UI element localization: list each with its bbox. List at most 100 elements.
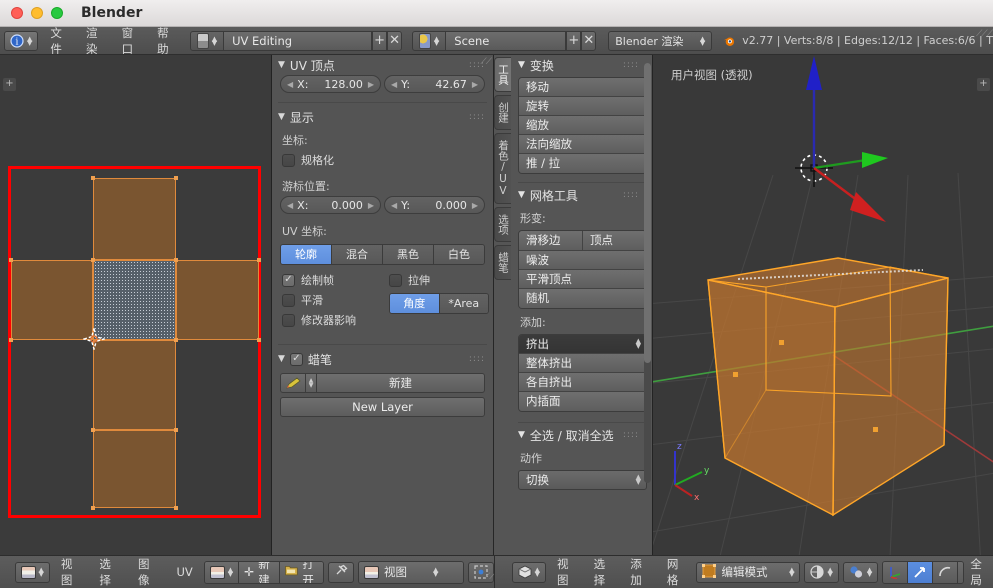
normalized-row[interactable]: 规格化 [272,150,493,170]
vp-menu-select[interactable]: 选择 [585,556,622,588]
screen-layout-name[interactable]: UV Editing [224,31,372,51]
smooth-row[interactable]: 平滑 [272,290,387,310]
tool-edge-slide[interactable]: 滑移边 [519,231,583,250]
uv-vertex[interactable] [257,258,261,262]
window-resize-grip[interactable]: ⟋⟋⟋ [976,29,992,39]
stretch-type-segmented[interactable]: 角度 *Area [389,293,489,314]
uv-draw-mode-segmented[interactable]: 轮廓 混合 黑色 白色 [280,244,485,265]
uv-vertex[interactable] [174,506,178,510]
grease-pencil-checkbox[interactable]: ✓ [290,353,303,366]
tool-extrude-dropdown[interactable]: 挤出 ▲▼ [519,335,646,354]
menu-render[interactable]: 渲染 [77,27,113,55]
uv-face-top[interactable] [93,178,176,260]
uv-vertex[interactable] [91,176,95,180]
delete-screen-layout-button[interactable]: ✕ [387,31,402,51]
header-resize-grip[interactable]: ⟋⟋ [484,572,493,587]
transform-orientation-label[interactable]: 全局 [966,556,993,588]
interaction-mode-dropdown[interactable]: 编辑模式 ▲▼ [696,562,800,583]
add-scene-button[interactable]: + [566,31,581,51]
open-image-button[interactable]: 打开 [280,562,323,583]
tool-noise[interactable]: 噪波 [519,251,646,270]
show-properties-plus-icon[interactable]: + [977,78,990,91]
tab-options[interactable]: 选项 [494,207,511,242]
decrement-arrow-icon[interactable]: ◀ [287,201,293,210]
viewport-shading-button[interactable]: ▲▼ [804,562,838,583]
editor-type-3dview-button[interactable]: ▲▼ [512,562,546,583]
panel-mesh-tools-header[interactable]: ▼ 网格工具 :::: [513,185,653,205]
uv-mode-white[interactable]: 白色 [434,245,484,264]
uv-image-editor[interactable]: + [0,55,272,555]
tab-tools[interactable]: 工具 [494,57,511,92]
new-layer-button[interactable]: New Layer [280,397,485,417]
tab-shading-uv[interactable]: 着色/UV [494,133,511,204]
decrement-arrow-icon[interactable]: ◀ [391,80,397,89]
increment-arrow-icon[interactable]: ▶ [368,201,374,210]
zoom-window-button[interactable] [51,7,63,19]
uv-face-bottom2[interactable] [93,430,176,508]
scene-name[interactable]: Scene [446,31,566,51]
tool-randomize[interactable]: 随机 [519,289,646,308]
tool-shelf[interactable]: 工具 创建 着色/UV 选项 蜡笔 ▼ 变换 :::: 移动 旋转 缩放 法向缩… [494,55,653,555]
editor-type-info-button[interactable]: i ▲▼ [4,31,38,51]
modified-checkbox[interactable] [282,314,295,327]
uv-properties-panel[interactable]: ▼ UV 顶点 :::: ◀ X: 128.00 ▶ ◀ Y: 42.67 ▶ [272,55,494,555]
render-engine-selector[interactable]: Blender 渲染 ▲▼ [608,31,712,51]
uv-menu-image[interactable]: 图像 [129,556,168,588]
draw-faces-checkbox[interactable]: ✓ [282,274,295,287]
vp-menu-mesh[interactable]: 网格 [658,556,695,588]
uv-canvas[interactable]: + [0,55,272,555]
panel-select-all-header[interactable]: ▼ 全选 / 取消全选 :::: [513,425,653,445]
uv-vertex[interactable] [91,506,95,510]
smooth-checkbox[interactable] [282,294,295,307]
cursor-x-field[interactable]: ◀ X: 0.000 ▶ [280,196,381,214]
pencil-icon[interactable] [280,373,306,393]
stretch-angle-button[interactable]: 角度 [390,294,440,313]
uv-face-right[interactable] [176,260,259,340]
uv-vertex[interactable] [174,176,178,180]
manipulator-scale[interactable] [958,562,964,583]
uv-vertex[interactable] [91,428,95,432]
tool-vertex-slide[interactable]: 顶点 [583,231,646,250]
uv-mode-blend[interactable]: 混合 [332,245,383,264]
scene-selector[interactable]: ▲▼ [412,31,446,51]
close-window-button[interactable] [11,7,23,19]
panel-grease-pencil-header[interactable]: ▼ ✓ 蜡笔 :::: [272,349,493,369]
3d-viewport[interactable]: z y x 用户视图 (透视) (1) Cut + [653,55,993,555]
tool-translate[interactable]: 移动 [519,78,646,97]
tab-create[interactable]: 创建 [494,95,511,130]
tool-smooth-vertex[interactable]: 平滑顶点 [519,270,646,289]
decrement-arrow-icon[interactable]: ◀ [391,201,397,210]
uv-vertex[interactable] [174,338,178,342]
tool-scale[interactable]: 缩放 [519,116,646,135]
manipulator-translate[interactable] [908,562,933,583]
uv-menu-uv[interactable]: UV [167,565,201,579]
uv-vertex[interactable] [91,258,95,262]
delete-scene-button[interactable]: ✕ [581,31,596,51]
tool-shrink-fatten[interactable]: 法向缩放 [519,135,646,154]
increment-arrow-icon[interactable]: ▶ [472,201,478,210]
uv-face-bottom[interactable] [93,340,176,430]
panel-display-header[interactable]: ▼ 显示 :::: [272,107,493,127]
uv-mode-outline[interactable]: 轮廓 [281,245,332,264]
tool-shelf-scrollbar[interactable] [644,63,651,483]
panel-resize-grip[interactable]: ⟋⟋ [480,57,491,67]
manipulator-toggle[interactable] [883,562,908,583]
panel-uv-vertex-header[interactable]: ▼ UV 顶点 :::: [272,55,493,75]
editor-type-uv-button[interactable]: ▲▼ [15,562,50,583]
manipulator-rotate[interactable] [933,562,958,583]
uv-vertex[interactable] [9,258,13,262]
select-action-dropdown[interactable]: 切换 ▲▼ [518,470,647,490]
tool-inset-faces[interactable]: 内插面 [519,392,646,411]
normalized-checkbox[interactable] [282,154,295,167]
tool-push-pull[interactable]: 推 / 拉 [519,154,646,173]
uv-vertex[interactable] [174,428,178,432]
chevron-updown-icon[interactable]: ▲▼ [306,373,317,393]
tool-extrude-individual[interactable]: 各自挤出 [519,373,646,392]
vp-menu-view[interactable]: 视图 [548,556,585,588]
pin-image-button[interactable] [328,562,354,583]
tool-rotate[interactable]: 旋转 [519,97,646,116]
stretch-checkbox[interactable] [389,274,402,287]
stretch-row[interactable]: 拉伸 [387,270,493,290]
uv-vertex[interactable] [9,338,13,342]
uv-vertex-x-field[interactable]: ◀ X: 128.00 ▶ [280,75,381,93]
